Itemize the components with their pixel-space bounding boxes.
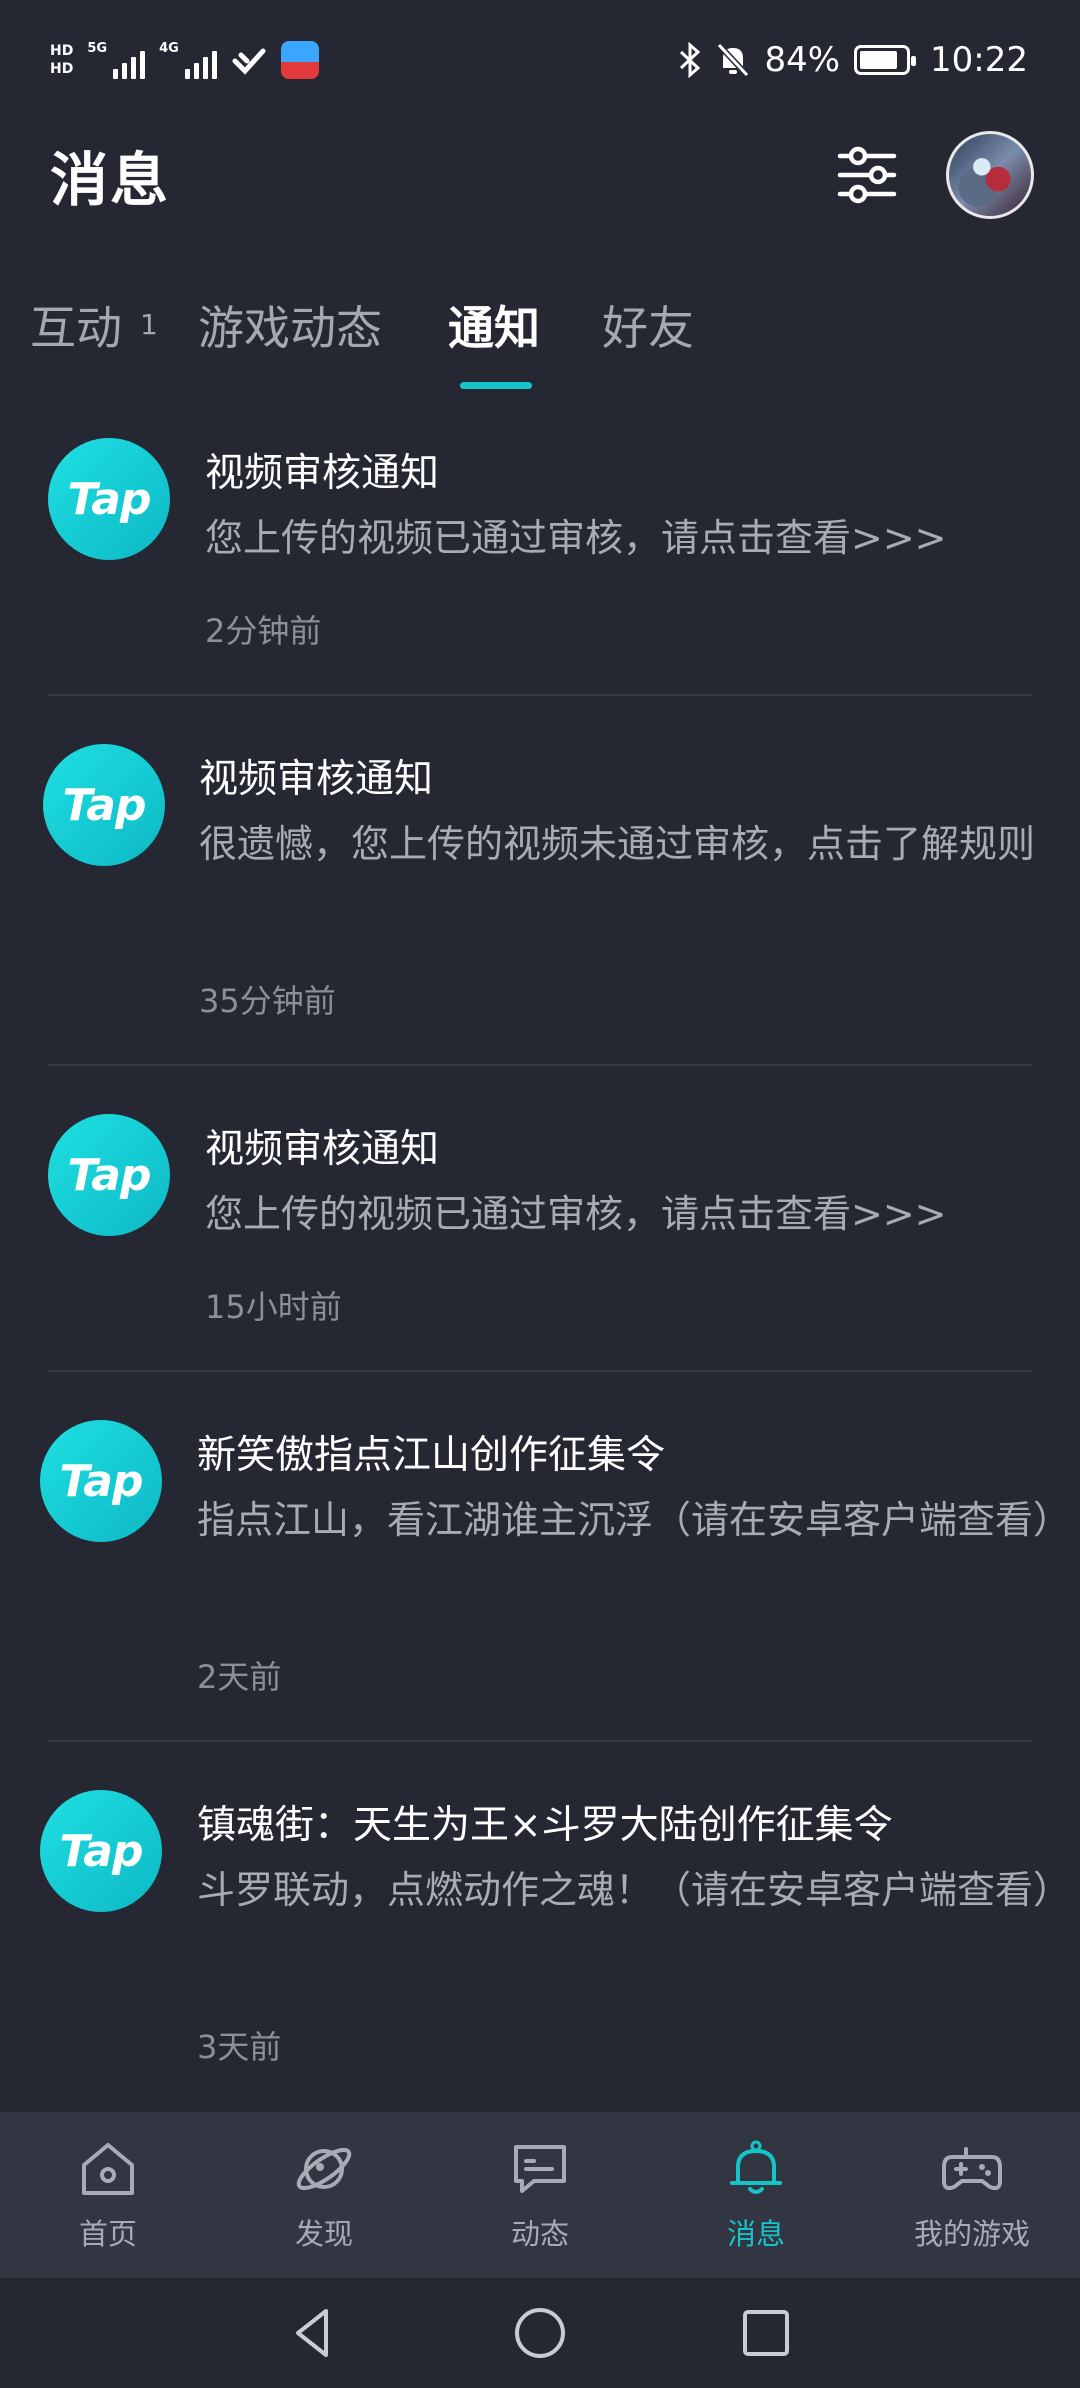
battery-percent: 84% bbox=[764, 40, 841, 80]
nav-item-messages[interactable]: 消息 bbox=[648, 2112, 864, 2278]
bell-icon bbox=[730, 2140, 782, 2194]
network-4g-label: 4G bbox=[159, 41, 179, 56]
mute-bell-icon bbox=[717, 42, 750, 78]
notification-title: 视频审核通知 bbox=[199, 757, 434, 802]
bottom-nav: 首页 发现 动态 消息 我的游戏 bbox=[0, 2112, 1080, 2278]
notification-body: 您上传的视频已通过审核，请点击查看>>> bbox=[205, 516, 947, 560]
signal-5g-icon: 5G bbox=[87, 41, 146, 79]
avatar[interactable] bbox=[946, 131, 1034, 219]
nav-label-discover: 发现 bbox=[294, 2217, 353, 2251]
logo-text: Tap bbox=[67, 1149, 152, 1201]
signal-4g-icon: 4G bbox=[159, 41, 217, 79]
notification-time: 2天前 bbox=[197, 1658, 282, 1696]
taptap-logo-icon: Tap bbox=[43, 744, 165, 866]
notification-time: 15小时前 bbox=[205, 1288, 342, 1326]
messages-screen: HD HD 5G 4G 84% 10:22 消息 互动 1 游戏动态 通知 好友… bbox=[0, 0, 1080, 2388]
app-badge-icon bbox=[280, 41, 319, 79]
notification-time: 35分钟前 bbox=[199, 982, 336, 1020]
logo-text: Tap bbox=[59, 1455, 144, 1507]
hd-label-2: HD bbox=[50, 61, 74, 77]
divider bbox=[48, 1370, 1032, 1372]
divider bbox=[48, 694, 1032, 696]
header-actions bbox=[836, 131, 1034, 219]
nav-item-my-games[interactable]: 我的游戏 bbox=[864, 2112, 1080, 2278]
notification-body: 很遗憾，您上传的视频未通过审核，点击了解规则 bbox=[199, 822, 1036, 866]
status-bar: HD HD 5G 4G 84% 10:22 bbox=[0, 0, 1080, 120]
tab-interaction-count: 1 bbox=[140, 308, 158, 341]
planet-icon bbox=[296, 2147, 352, 2191]
nav-label-home: 首页 bbox=[78, 2217, 137, 2251]
logo-text: Tap bbox=[67, 473, 152, 525]
page-title: 消息 bbox=[50, 146, 171, 214]
tab-friends[interactable]: 好友 bbox=[602, 292, 694, 358]
battery-icon bbox=[854, 45, 917, 75]
gamepad-icon bbox=[942, 2147, 1002, 2191]
nav-item-feed[interactable]: 动态 bbox=[432, 2112, 648, 2278]
taptap-logo-icon: Tap bbox=[48, 1114, 170, 1236]
notification-title: 镇魂街：天生为王×斗罗大陆创作征集令 bbox=[197, 1803, 893, 1848]
nav-label-my-games: 我的游戏 bbox=[913, 2217, 1030, 2251]
hd-indicator: HD HD bbox=[50, 42, 73, 78]
logo-text: Tap bbox=[62, 779, 147, 831]
notification-title: 新笑傲指点江山创作征集令 bbox=[197, 1433, 666, 1478]
taptap-logo-icon: Tap bbox=[48, 438, 170, 560]
clock: 10:22 bbox=[930, 40, 1028, 80]
wifi-icon bbox=[232, 48, 266, 75]
back-icon[interactable] bbox=[286, 2305, 342, 2361]
notification-title: 视频审核通知 bbox=[205, 451, 440, 496]
taptap-logo-icon: Tap bbox=[40, 1420, 162, 1542]
divider bbox=[48, 1740, 1032, 1742]
recents-square-icon[interactable] bbox=[738, 2305, 794, 2361]
bluetooth-icon bbox=[680, 42, 701, 78]
battery-fill bbox=[860, 51, 897, 69]
active-tab-indicator bbox=[460, 382, 532, 389]
home-icon bbox=[82, 2143, 134, 2195]
nav-label-messages: 消息 bbox=[726, 2217, 785, 2251]
tab-interaction[interactable]: 互动 bbox=[30, 292, 122, 358]
nav-item-discover[interactable]: 发现 bbox=[216, 2112, 432, 2278]
notification-body: 您上传的视频已通过审核，请点击查看>>> bbox=[205, 1192, 947, 1236]
message-tabs: 互动 1 游戏动态 通知 好友 bbox=[0, 280, 1080, 390]
hd-label-1: HD bbox=[50, 43, 74, 59]
logo-text: Tap bbox=[59, 1825, 144, 1877]
network-5g-label: 5G bbox=[87, 41, 108, 56]
divider bbox=[48, 1064, 1032, 1066]
taptap-logo-icon: Tap bbox=[40, 1790, 162, 1912]
notification-body: 指点江山，看江湖谁主沉浮（请在安卓客户端查看） bbox=[197, 1498, 1072, 1542]
notification-title: 视频审核通知 bbox=[205, 1127, 440, 1172]
chat-icon bbox=[514, 2145, 566, 2193]
notification-time: 2分钟前 bbox=[205, 612, 322, 650]
header: 消息 bbox=[0, 120, 1080, 230]
filter-settings-icon[interactable] bbox=[836, 144, 898, 206]
nav-item-home[interactable]: 首页 bbox=[0, 2112, 216, 2278]
tab-game-news[interactable]: 游戏动态 bbox=[198, 292, 382, 358]
status-left: HD HD 5G 4G bbox=[50, 41, 319, 79]
notification-body: 斗罗联动，点燃动作之魂！（请在安卓客户端查看） bbox=[197, 1868, 1072, 1912]
tab-notifications[interactable]: 通知 bbox=[448, 292, 540, 358]
notification-time: 3天前 bbox=[197, 2028, 282, 2066]
nav-label-feed: 动态 bbox=[510, 2217, 569, 2251]
system-navigation-bar bbox=[0, 2278, 1080, 2388]
home-circle-icon[interactable] bbox=[512, 2305, 568, 2361]
status-right: 84% 10:22 bbox=[678, 40, 1028, 80]
